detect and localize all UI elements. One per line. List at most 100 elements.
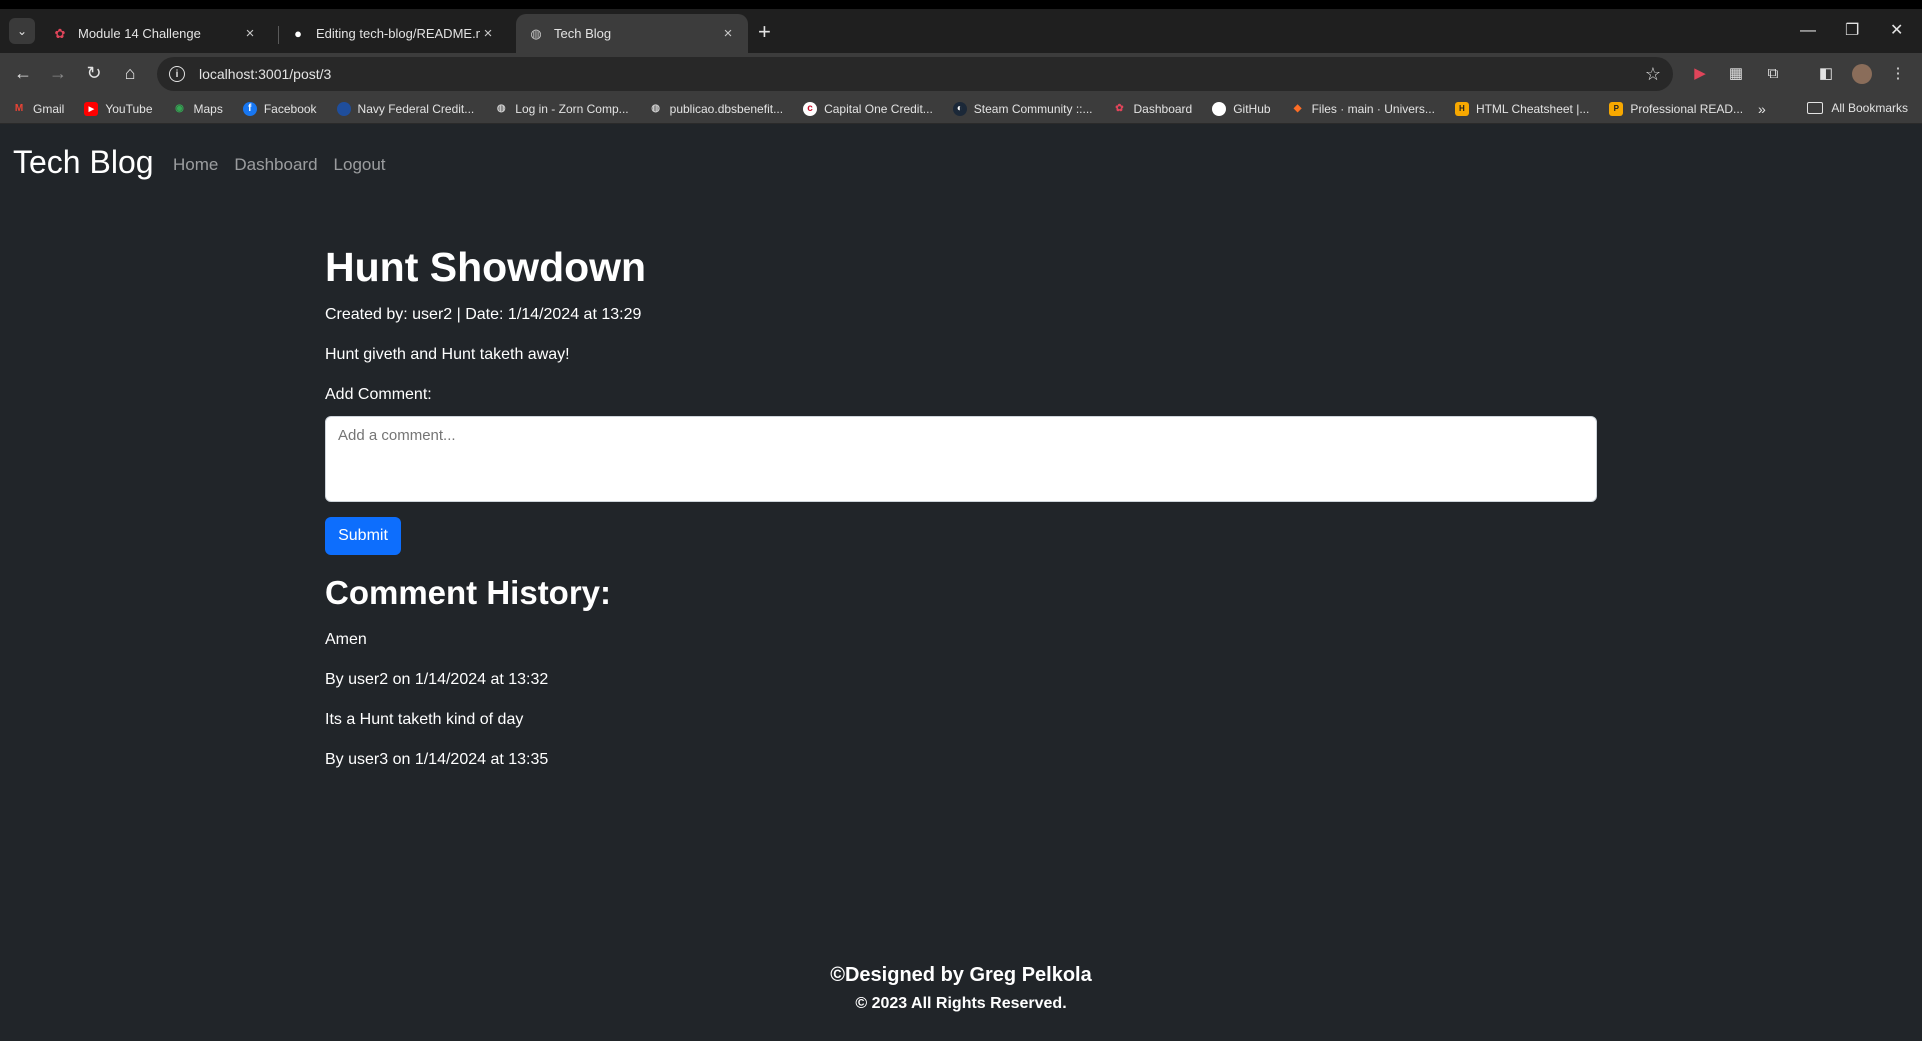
comment-text: Amen: [325, 631, 367, 648]
bookmark-github[interactable]: GitHub: [1212, 101, 1271, 116]
footer-rights: © 2023 All Rights Reserved.: [855, 995, 1067, 1012]
submit-button[interactable]: Submit: [325, 517, 401, 555]
address-bar[interactable]: i localhost:3001/post/3 ☆: [157, 57, 1673, 91]
tab-title: Tech Blog: [554, 26, 612, 41]
forward-icon[interactable]: →: [47, 63, 69, 83]
qr-code-icon[interactable]: ▦: [1726, 64, 1746, 84]
close-icon[interactable]: ×: [720, 25, 736, 42]
close-icon[interactable]: ×: [480, 25, 496, 42]
bookmark-label: HTML Cheatsheet |...: [1475, 101, 1590, 116]
close-icon[interactable]: ×: [242, 25, 258, 42]
bookmarks-bar: M Gmail ▶ YouTube ◉ Maps f Facebook Navy Fed…: [0, 94, 1922, 124]
bookmark-gitlab[interactable]: ◆ Files · main · Univers...: [1291, 102, 1435, 116]
url-text: localhost:3001/post/3: [199, 66, 332, 82]
comment-text: Its a Hunt taketh kind of day: [325, 711, 524, 728]
bookmark-label: Facebook: [263, 101, 317, 116]
tab-readme[interactable]: ● Editing tech-blog/README.md ×: [278, 14, 508, 53]
extension-icon[interactable]: ▶: [1690, 64, 1710, 84]
nav-dashboard-link[interactable]: Dashboard: [234, 155, 317, 175]
tab-module-14[interactable]: ✿ Module 14 Challenge ×: [40, 14, 270, 53]
bookmark-label: Capital One Credit...: [824, 101, 933, 116]
side-panel-icon[interactable]: ◧: [1816, 64, 1836, 84]
bookmark-navy-federal[interactable]: Navy Federal Credit...: [336, 101, 475, 116]
tab-tech-blog[interactable]: ◍ Tech Blog ×: [516, 14, 748, 53]
tab-title: Editing tech-blog/README.md: [316, 26, 480, 41]
globe-icon: ◍: [530, 25, 542, 41]
github-icon: [1212, 101, 1227, 116]
back-icon[interactable]: ←: [12, 63, 34, 83]
bookmark-capital-one[interactable]: c Capital One Credit...: [803, 101, 933, 116]
comment-input[interactable]: [325, 416, 1597, 502]
menu-kebab-icon[interactable]: ⋮: [1888, 64, 1908, 84]
bookmark-maps[interactable]: ◉ Maps: [173, 102, 223, 116]
bookmark-zorn[interactable]: ◍ Log in - Zorn Comp...: [494, 101, 629, 116]
bookmark-label: Log in - Zorn Comp...: [515, 101, 629, 116]
bookmark-steam[interactable]: ◐ Steam Community ::...: [952, 101, 1093, 116]
globe-icon: ◍: [651, 103, 661, 114]
facebook-icon: f: [242, 101, 257, 116]
capital-one-icon: c: [803, 101, 818, 116]
bookmark-youtube[interactable]: ▶ YouTube: [84, 101, 153, 116]
more-bookmarks-icon[interactable]: »: [1758, 101, 1766, 117]
github-icon: ●: [294, 26, 302, 41]
navy-federal-icon: [336, 101, 351, 116]
puzzle-extensions-icon[interactable]: ⧉: [1763, 64, 1783, 84]
folder-icon: [1807, 102, 1824, 114]
comment-history-title: Comment History:: [325, 574, 612, 611]
restore-icon[interactable]: ❐: [1845, 23, 1859, 39]
bookmark-star-icon[interactable]: ☆: [1645, 64, 1661, 85]
site-info-icon[interactable]: i: [169, 66, 185, 82]
gmail-icon: M: [14, 103, 24, 114]
nav-logout-link[interactable]: Logout: [334, 155, 386, 175]
nav-home-link[interactable]: Home: [173, 155, 218, 175]
footer-designed-by: ©Designed by Greg Pelkola: [830, 964, 1092, 986]
main-nav: Home Dashboard Logout: [173, 155, 386, 175]
footer: ©Designed by Greg Pelkola © 2023 All Rig…: [0, 964, 1922, 1013]
steam-icon: ◐: [952, 101, 967, 116]
youtube-icon: ▶: [84, 101, 99, 116]
bookmark-label: Gmail: [33, 101, 65, 116]
readme-icon: P: [1609, 101, 1624, 116]
bookmark-label: Professional READ...: [1630, 101, 1744, 116]
browser-toolbar: ← → ↻ ⌂ i localhost:3001/post/3 ☆ ▶ ▦ ⧉ …: [0, 53, 1922, 94]
all-bookmarks-button[interactable]: All Bookmarks: [1807, 101, 1908, 115]
close-window-icon[interactable]: ✕: [1890, 23, 1903, 39]
post-body: Hunt giveth and Hunt taketh away!: [325, 346, 570, 363]
canvas-icon: ✿: [54, 25, 66, 41]
tab-strip: ⌄ ✿ Module 14 Challenge × ● Editing tech…: [0, 9, 1922, 53]
bookmark-html-cheatsheet[interactable]: H HTML Cheatsheet |...: [1454, 101, 1590, 116]
avatar[interactable]: [1852, 64, 1872, 84]
bookmark-label: Navy Federal Credit...: [357, 101, 475, 116]
bookmark-label: publicao.dbsbenefit...: [669, 101, 784, 116]
post-title: Hunt Showdown: [325, 244, 647, 290]
tab-search-chevron-icon[interactable]: ⌄: [9, 18, 35, 44]
bookmark-label: Files · main · Univers...: [1311, 101, 1435, 116]
bookmark-dashboard[interactable]: ✿ Dashboard: [1113, 101, 1193, 116]
comment-author: By user2 on 1/14/2024 at 13:32: [325, 671, 549, 688]
post-meta: Created by: user2 | Date: 1/14/2024 at 1…: [325, 306, 642, 323]
tab-title: Module 14 Challenge: [78, 26, 201, 41]
bookmark-label: YouTube: [105, 101, 153, 116]
bookmark-label: Steam Community ::...: [973, 101, 1093, 116]
canvas-icon: ✿: [1115, 103, 1124, 114]
bookmark-publicao[interactable]: ◍ publicao.dbsbenefit...: [649, 102, 783, 116]
brand-logo[interactable]: Tech Blog: [13, 144, 154, 181]
bookmark-professional-readme[interactable]: P Professional READ...: [1609, 101, 1744, 116]
comment-author: By user3 on 1/14/2024 at 13:35: [325, 751, 549, 768]
bookmark-gmail[interactable]: M Gmail: [12, 101, 65, 116]
maps-pin-icon: ◉: [175, 103, 184, 114]
bookmark-label: Maps: [193, 101, 223, 116]
page-body: Tech Blog Home Dashboard Logout Hunt Sho…: [0, 124, 1922, 1041]
all-bookmarks-label: All Bookmarks: [1831, 101, 1908, 115]
reload-icon[interactable]: ↻: [83, 63, 105, 83]
window-top-edge: [0, 0, 1922, 9]
bookmark-facebook[interactable]: f Facebook: [242, 101, 317, 116]
new-tab-button[interactable]: +: [758, 21, 771, 43]
minimize-icon[interactable]: —: [1800, 23, 1816, 39]
bookmark-label: Dashboard: [1133, 101, 1193, 116]
bookmark-label: GitHub: [1233, 101, 1271, 116]
add-comment-label: Add Comment:: [325, 386, 432, 403]
home-icon[interactable]: ⌂: [119, 63, 141, 83]
gitlab-icon: ◆: [1293, 103, 1302, 114]
cheatsheet-icon: H: [1454, 101, 1469, 116]
